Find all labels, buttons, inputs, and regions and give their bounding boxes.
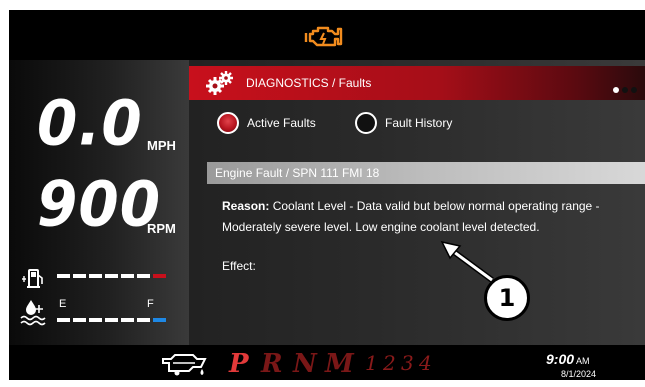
check-engine-icon <box>304 26 343 47</box>
gears-icon <box>206 71 233 95</box>
diagnostics-panel: DIAGNOSTICS / Faults Active Faults Fault… <box>189 60 645 345</box>
gear-3: 3 <box>401 351 414 375</box>
coolant-level-bar <box>57 318 167 322</box>
dashboard-screen: 0.0 MPH 900 RPM E F DIAGNOSTICS / Faults… <box>9 10 645 380</box>
gear-r: R <box>261 349 283 379</box>
gear-1: 1 <box>365 351 378 375</box>
gear-4: 4 <box>419 351 432 375</box>
active-faults-radio[interactable] <box>217 112 239 134</box>
diagnostics-header: DIAGNOSTICS / Faults <box>189 66 645 100</box>
rpm-unit: RPM <box>147 221 176 236</box>
page-dot-2[interactable] <box>622 87 628 93</box>
top-status-bar <box>9 10 645 60</box>
gear-n: N <box>293 349 317 379</box>
fuel-level-bar <box>57 274 167 278</box>
clock-date: 8/1/2024 <box>561 369 597 379</box>
coolant-icon <box>20 300 46 326</box>
gauge-panel: 0.0 MPH 900 RPM E F <box>9 60 189 345</box>
rpm-readout: 900 <box>37 167 162 241</box>
speed-readout: 0.0 <box>37 86 143 160</box>
page-indicator[interactable] <box>610 80 637 98</box>
gear-p: P <box>229 349 249 379</box>
gauge-full-label: F <box>147 298 154 310</box>
bottom-status-bar: P R N M 1 2 3 4 9:00 AM 8/1/2024 <box>9 345 645 380</box>
fault-history-label: Fault History <box>385 116 453 130</box>
engine-oil-icon <box>162 354 207 376</box>
speed-unit: MPH <box>147 138 176 153</box>
page-dot-3[interactable] <box>631 87 637 93</box>
gear-2: 2 <box>383 351 396 375</box>
callout-marker: 1 <box>484 275 530 321</box>
callout-number: 1 <box>498 284 516 312</box>
gear-m: M <box>325 349 354 379</box>
fault-history-radio[interactable] <box>355 112 377 134</box>
fuel-pump-icon <box>22 269 43 288</box>
reason-label: Reason: <box>222 199 270 213</box>
diagnostics-title: DIAGNOSTICS / Faults <box>246 76 372 90</box>
gauge-empty-label: E <box>59 298 67 310</box>
fault-header[interactable]: Engine Fault / SPN 111 FMI 18 <box>207 162 645 184</box>
fault-effect-label: Effect: <box>222 259 256 273</box>
clock-time: 9:00 AM <box>546 351 590 367</box>
active-faults-label: Active Faults <box>247 116 316 130</box>
time-value: 9:00 <box>546 351 575 367</box>
page-dot-1[interactable] <box>613 87 619 93</box>
fault-title: Engine Fault / SPN 111 FMI 18 <box>215 166 380 180</box>
time-ampm: AM <box>576 356 590 366</box>
reason-text: Coolant Level - Data valid but below nor… <box>222 199 600 234</box>
